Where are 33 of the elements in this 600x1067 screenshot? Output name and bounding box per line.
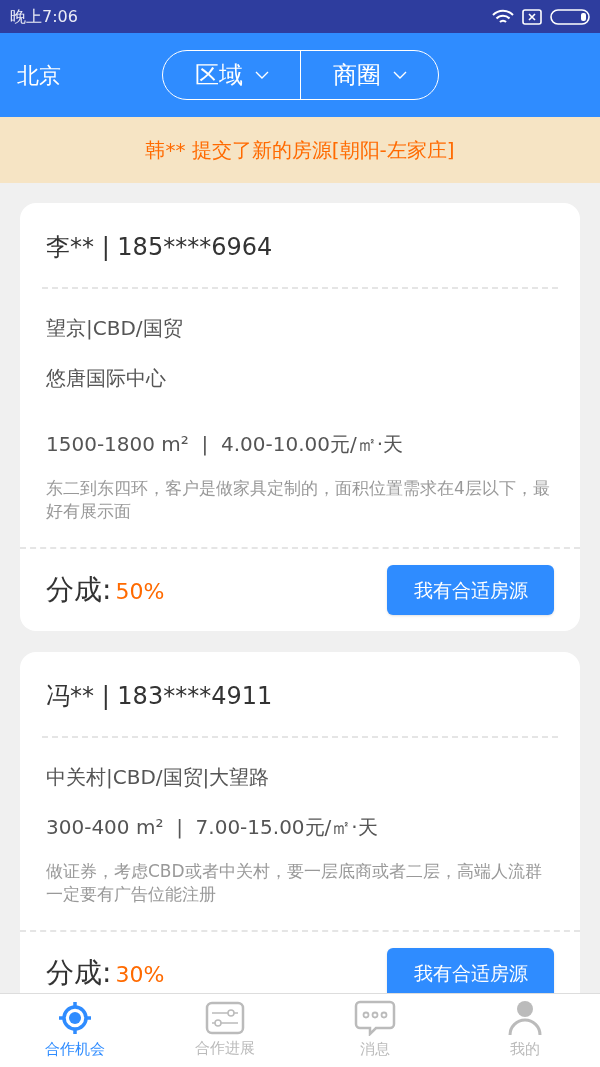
filter-dropdown[interactable]: 区域 <box>163 51 300 99</box>
nav-tab[interactable]: 我的 <box>450 994 600 1067</box>
area-text: 中关村|CBD/国贸|大望路 <box>46 764 271 791</box>
wifi-icon <box>492 8 514 25</box>
filter-dropdown[interactable]: 商圈 <box>300 51 438 99</box>
size-price-text: 1500-1800 m² | 4.00-10.00元/㎡·天 <box>46 431 405 458</box>
nav-tab[interactable]: 合作进展 <box>150 994 300 1067</box>
offer-button[interactable]: 我有合适房源 <box>387 565 554 615</box>
sim-icon <box>522 8 542 25</box>
caret-icon <box>392 71 407 79</box>
note-text: 东二到东四环，客户是做家具定制的，面积位置需求在4层以下，最好有展示面 <box>46 477 551 523</box>
nav-tab[interactable]: 消息 <box>300 994 450 1067</box>
area-text: 望京|CBD/国贸 <box>46 315 184 342</box>
share-value: 30% <box>115 961 165 989</box>
note-text: 做证券，考虑CBD或者中关村，要一层底商或者二层，高端人流群一定要有广告位能注册 <box>46 860 543 906</box>
target-icon <box>57 1000 93 1037</box>
share-label: 分成: <box>46 572 112 608</box>
size-price-text: 300-400 m² | 7.00-15.00元/㎡·天 <box>46 814 379 841</box>
share-label: 分成: <box>46 955 112 991</box>
chat-icon <box>354 1000 396 1037</box>
contact-text: 冯** | 183****4911 <box>46 681 274 712</box>
person-icon <box>507 1000 543 1037</box>
battery-icon <box>550 8 590 25</box>
offer-button[interactable]: 我有合适房源 <box>387 948 554 993</box>
contact-text: 李** | 185****6964 <box>46 232 274 263</box>
nav-tab[interactable]: 合作机会 <box>0 994 150 1067</box>
notice-text: 韩** 提交了新的房源[朝阳-左家庄] <box>145 137 455 164</box>
status-time: 晚上7:06 <box>10 5 78 28</box>
building-text: 悠唐国际中心 <box>46 365 167 392</box>
city-label[interactable]: 北京 <box>17 58 162 92</box>
share-value: 50% <box>115 578 165 606</box>
caret-icon <box>254 71 269 79</box>
sliders-icon <box>205 1001 245 1036</box>
